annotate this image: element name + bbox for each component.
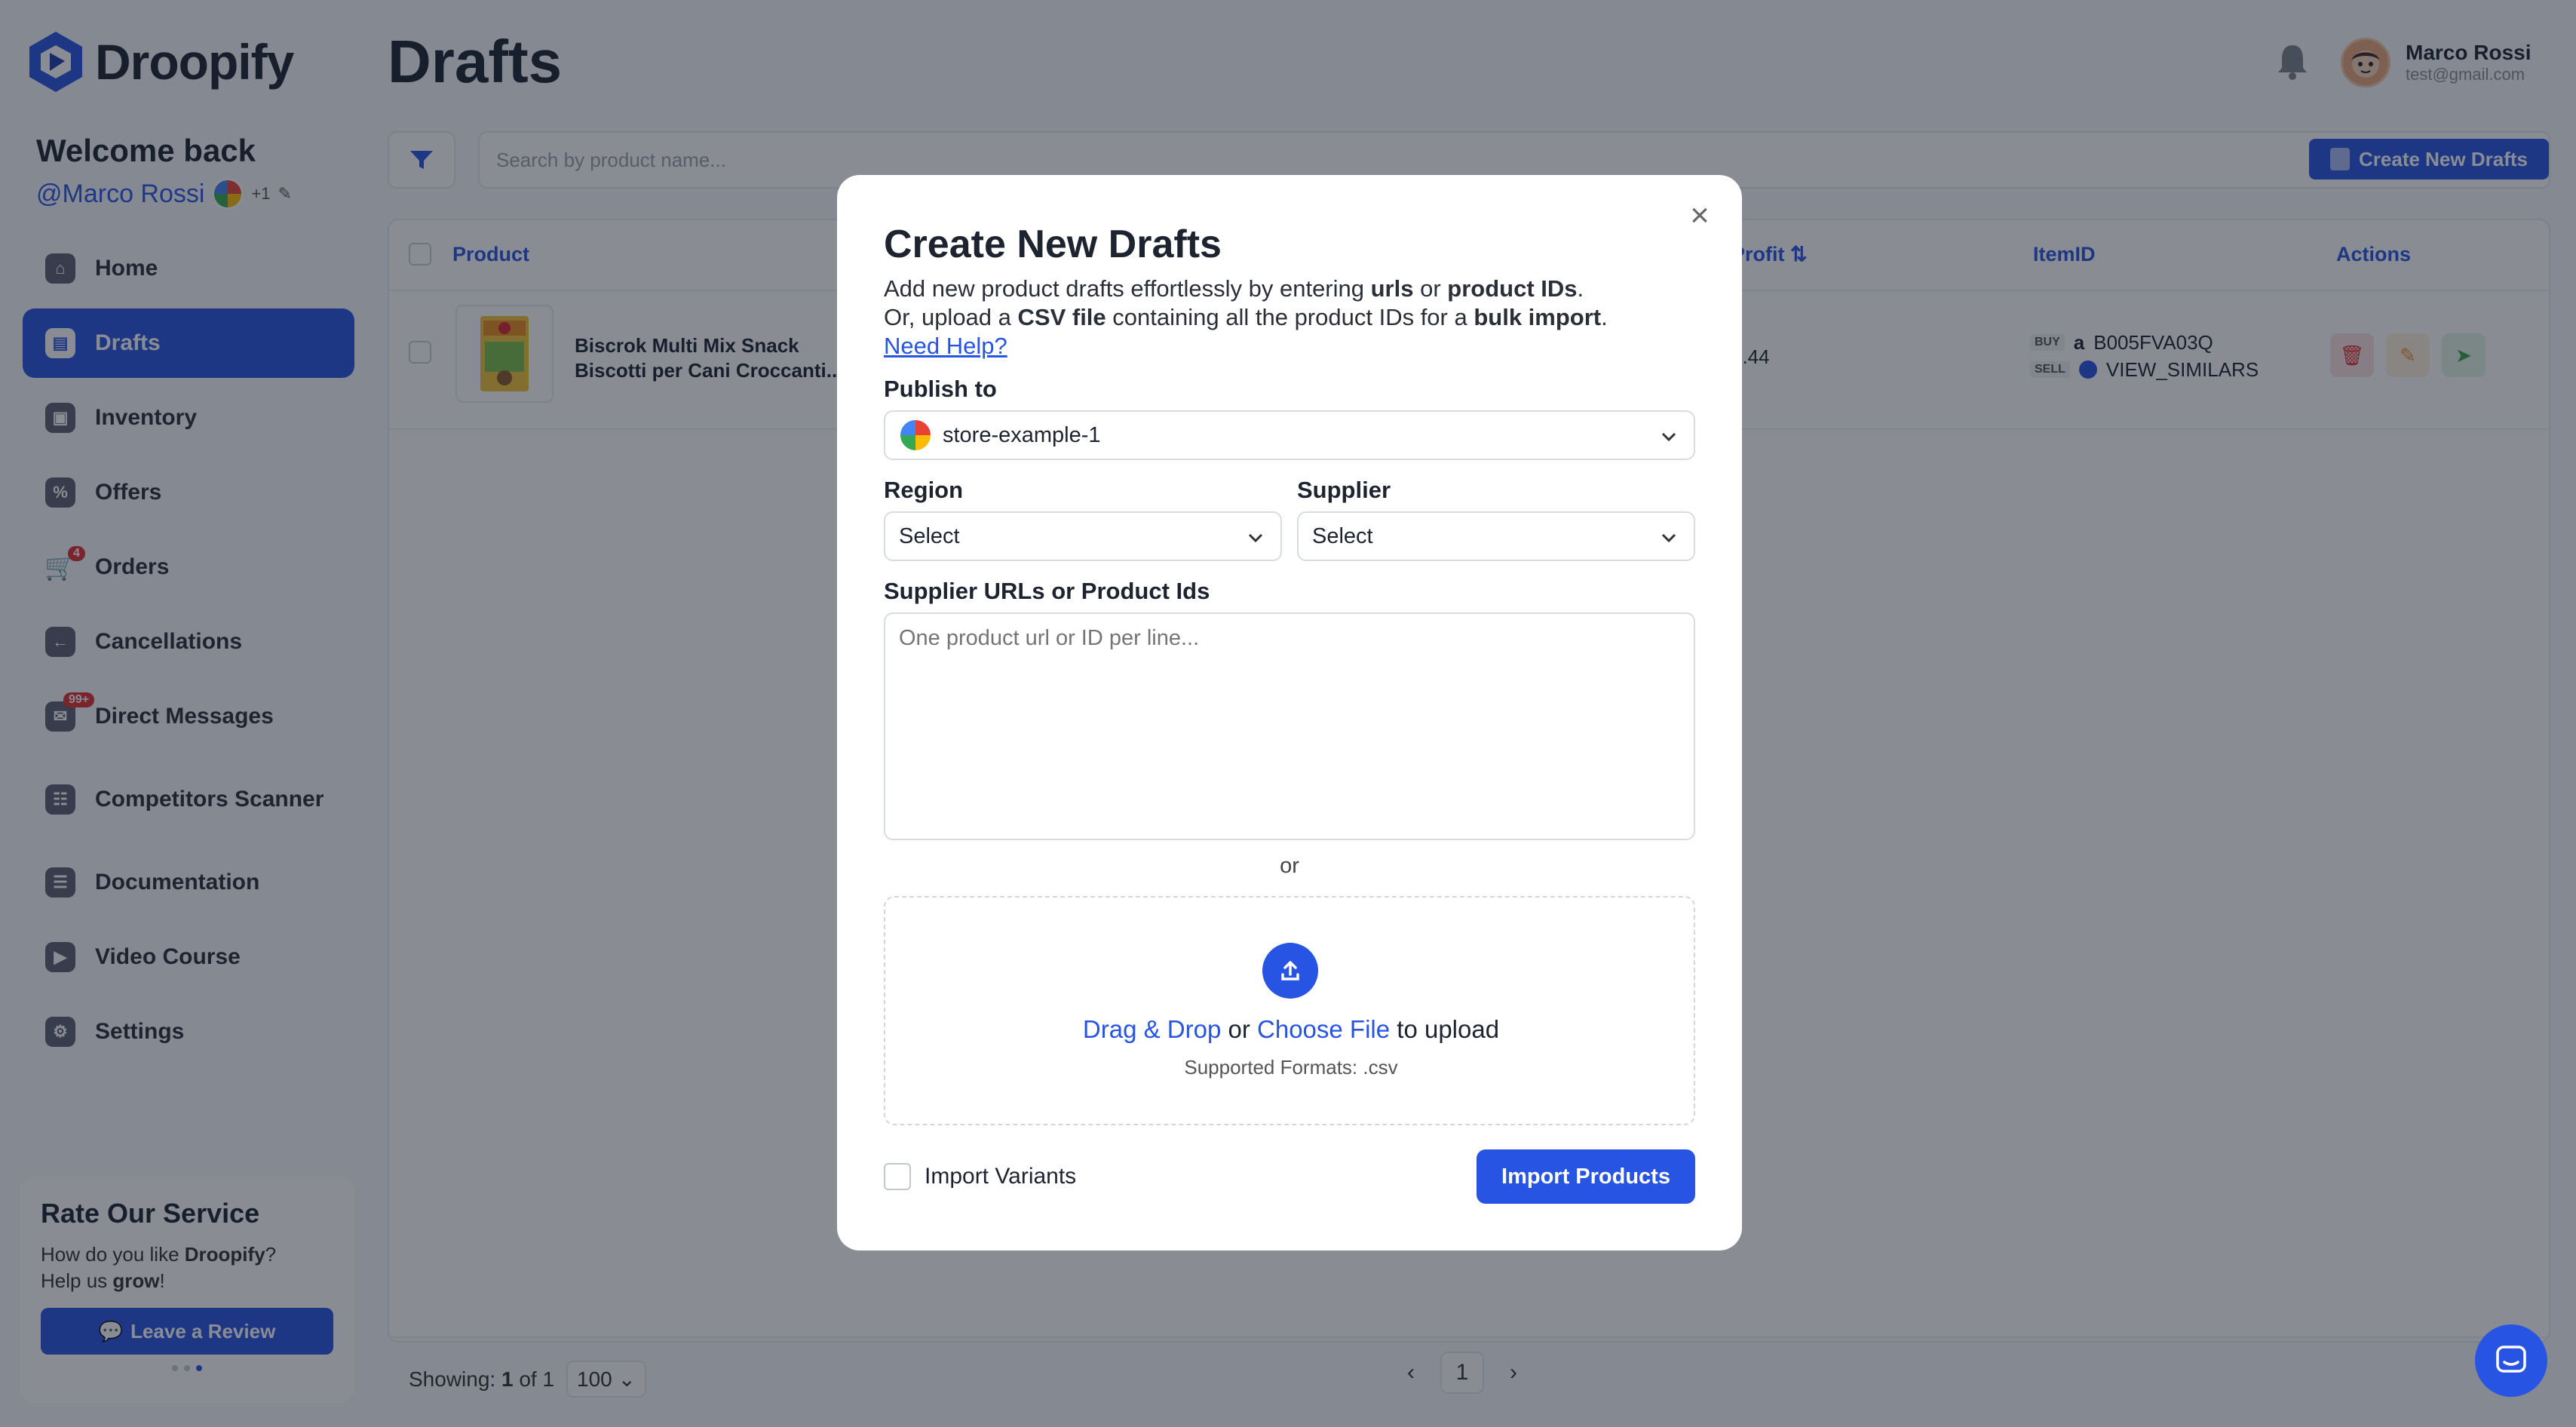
or-separator: or: [1280, 854, 1299, 878]
publish-to-value: store-example-1: [943, 422, 1101, 447]
checkbox-box[interactable]: [884, 1163, 911, 1190]
desc-p5: .: [1601, 303, 1608, 330]
create-drafts-modal: × Create New Drafts Add new product draf…: [837, 175, 1742, 1251]
desc-csv: CSV file: [1017, 303, 1106, 330]
supplier-value: Select: [1312, 523, 1373, 548]
drag-drop-link[interactable]: Drag & Drop: [1083, 1015, 1221, 1043]
choose-file-link[interactable]: Choose File: [1257, 1015, 1390, 1043]
desc-p3: Or, upload a: [884, 303, 1018, 330]
publish-to-select[interactable]: store-example-1: [884, 410, 1695, 460]
chevron-down-icon: [1248, 533, 1263, 543]
desc-p1: Add new product drafts effortlessly by e…: [884, 275, 1371, 302]
file-dropzone[interactable]: Drag & Drop or Choose File to upload Sup…: [884, 896, 1695, 1125]
import-products-button[interactable]: Import Products: [1477, 1149, 1695, 1204]
dropzone-text: Drag & Drop or Choose File to upload: [885, 1015, 1697, 1044]
chevron-down-icon: [1661, 533, 1676, 543]
store-avatar: [899, 419, 932, 452]
desc-bulk: bulk import: [1474, 303, 1602, 330]
modal-title: Create New Drafts: [884, 222, 1222, 266]
desc-ids: product IDs: [1447, 275, 1578, 302]
dropzone-or: or: [1221, 1015, 1258, 1043]
supported-formats: Supported Formats: .csv: [1184, 1056, 1398, 1079]
desc-p2: .: [1577, 275, 1584, 302]
import-variants-label: Import Variants: [925, 1164, 1077, 1189]
import-variants-checkbox[interactable]: Import Variants: [884, 1163, 1076, 1190]
close-icon[interactable]: ×: [1685, 199, 1715, 232]
need-help-link[interactable]: Need Help?: [884, 333, 1007, 359]
chat-widget-button[interactable]: [2475, 1324, 2547, 1397]
upload-icon[interactable]: [1262, 943, 1318, 999]
chevron-down-icon: [1661, 432, 1676, 442]
chat-icon: [2496, 1346, 2526, 1373]
modal-description: Add new product drafts effortlessly by e…: [884, 275, 1698, 360]
dropzone-to-upload: to upload: [1390, 1015, 1500, 1043]
region-label: Region: [884, 477, 964, 503]
urls-label: Supplier URLs or Product Ids: [884, 578, 1210, 604]
desc-p4: containing all the product IDs for a: [1106, 303, 1474, 330]
region-select[interactable]: Select: [884, 511, 1282, 561]
region-value: Select: [899, 523, 960, 548]
publish-to-label: Publish to: [884, 376, 997, 402]
urls-textarea[interactable]: [884, 612, 1695, 840]
supplier-select[interactable]: Select: [1297, 511, 1695, 561]
supplier-label: Supplier: [1297, 477, 1391, 503]
desc-urls: urls: [1370, 275, 1414, 302]
desc-or: or: [1413, 275, 1448, 302]
